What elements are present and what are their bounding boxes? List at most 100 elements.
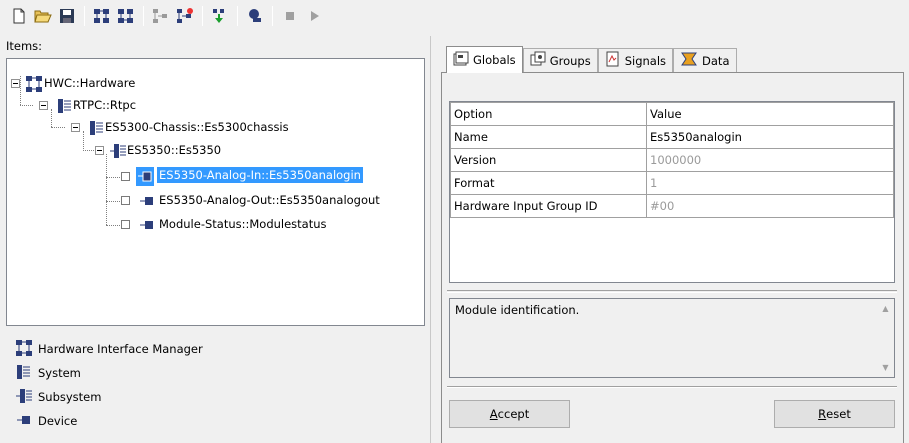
system-icon	[58, 99, 72, 116]
hardware-interface-manager-icon	[26, 76, 42, 95]
value-cell: 1	[646, 171, 894, 195]
tree-node-label: ES5300-Chassis::Es5300chassis	[105, 120, 289, 134]
open-icon[interactable]	[32, 5, 54, 27]
tab-label: Signals	[624, 53, 667, 68]
tree-connector	[20, 76, 21, 105]
toolbar-separator	[143, 6, 144, 26]
divider	[447, 386, 897, 388]
node-checkbox[interactable]	[121, 196, 130, 205]
options-table: Option Value Name Es5350analogin Version…	[450, 102, 894, 218]
new-icon[interactable]	[8, 5, 30, 27]
value-cell: 1000000	[646, 148, 894, 172]
tree-node-label: RTPC::Rtpc	[73, 98, 137, 112]
legend-item-system: System	[16, 361, 203, 385]
toolbar	[0, 0, 909, 32]
accept-mnemonic: A	[489, 407, 498, 421]
description-box: Module identification. ▲ ▼	[449, 298, 895, 378]
accept-button[interactable]: Accept	[449, 400, 570, 428]
table-row[interactable]: Format 1	[450, 171, 894, 195]
tab-groups[interactable]: Groups	[522, 48, 598, 72]
reset-label: eset	[826, 407, 851, 421]
hardware-tree[interactable]: HWC::Hardware RTPC::Rtpc ES5300-Chassis:…	[6, 58, 425, 326]
tree-node-label: ES5350-Analog-Out::Es5350analogout	[159, 193, 380, 207]
system-icon	[90, 121, 104, 138]
options-grid[interactable]: Option Value Name Es5350analogin Version…	[449, 101, 895, 283]
value-cell-editable[interactable]: Es5350analogin	[646, 125, 894, 149]
system-icon	[16, 364, 32, 382]
properties-icon[interactable]	[150, 5, 172, 27]
accept-label: ccept	[497, 407, 530, 421]
items-label: Items:	[6, 39, 43, 53]
subsystem-icon	[110, 144, 126, 161]
collapse-icon[interactable]	[95, 146, 104, 155]
tree-connector	[106, 154, 107, 225]
tree-connector	[51, 109, 52, 127]
value-cell: #00	[646, 194, 894, 218]
scroll-down-icon[interactable]: ▼	[882, 363, 888, 372]
toolbar-separator	[84, 6, 85, 26]
option-cell: Hardware Input Group ID	[450, 194, 647, 218]
legend-label: System	[38, 366, 81, 380]
reset-button[interactable]: Reset	[774, 400, 895, 428]
device-icon	[136, 167, 154, 186]
legend-label: Subsystem	[38, 390, 102, 404]
tab-label: Data	[702, 53, 730, 68]
toolbar-separator	[202, 6, 203, 26]
collapse-icon[interactable]	[71, 123, 80, 132]
tab-globals[interactable]: Globals	[446, 46, 523, 73]
table-row[interactable]: Name Es5350analogin	[450, 125, 894, 149]
add-hardware-icon[interactable]	[91, 5, 113, 27]
legend-item-device: Device	[16, 409, 203, 433]
legend-label: Device	[38, 414, 78, 428]
groups-icon	[530, 51, 546, 70]
table-header-row: Option Value	[450, 102, 894, 126]
tab-signals[interactable]: Signals	[597, 48, 674, 72]
column-header-option: Option	[450, 102, 647, 126]
tree-node-label: Module-Status::Modulestatus	[159, 217, 327, 231]
hardware-interface-manager-icon	[16, 339, 32, 359]
toolbar-separator	[272, 6, 273, 26]
device-icon	[16, 413, 32, 430]
tree-connector	[106, 225, 122, 226]
legend-item-hardware-interface-manager: Hardware Interface Manager	[16, 337, 203, 361]
tab-label: Globals	[473, 53, 516, 67]
tree-connector	[83, 131, 84, 149]
remove-hardware-icon[interactable]	[115, 5, 137, 27]
tree-connector	[106, 201, 122, 202]
tree-connector	[51, 127, 65, 128]
configure-icon[interactable]	[174, 5, 196, 27]
toolbar-separator	[237, 6, 238, 26]
run-icon[interactable]	[303, 5, 325, 27]
tree-node-label: ES5350-Analog-In::Es5350analogin	[157, 167, 363, 183]
option-cell: Format	[450, 171, 647, 195]
download-icon[interactable]	[209, 5, 231, 27]
node-checkbox[interactable]	[121, 220, 130, 229]
globals-icon	[453, 51, 469, 70]
table-row[interactable]: Version 1000000	[450, 148, 894, 172]
table-row[interactable]: Hardware Input Group ID #00	[450, 194, 894, 218]
tree-node-label: ES5350::Es5350	[127, 143, 222, 157]
pane-splitter[interactable]	[430, 36, 434, 443]
connect-icon[interactable]	[244, 5, 266, 27]
tree-node-label: HWC::Hardware	[44, 76, 136, 90]
reset-mnemonic: R	[818, 407, 827, 421]
description-scrollbar[interactable]: ▲ ▼	[877, 299, 894, 377]
legend: Hardware Interface Manager System Subsys…	[16, 337, 203, 433]
legend-item-subsystem: Subsystem	[16, 385, 203, 409]
option-cell: Version	[450, 148, 647, 172]
option-cell: Name	[450, 125, 647, 149]
tab-data[interactable]: Data	[673, 48, 737, 72]
collapse-icon[interactable]	[11, 79, 20, 88]
device-icon	[140, 218, 154, 235]
save-icon[interactable]	[56, 5, 78, 27]
tree-connector	[106, 177, 122, 178]
scroll-up-icon[interactable]: ▲	[882, 304, 888, 313]
node-checkbox[interactable]	[121, 172, 130, 181]
subsystem-icon	[16, 388, 32, 406]
panel-splitter[interactable]	[447, 290, 897, 293]
collapse-icon[interactable]	[39, 101, 48, 110]
stop-icon[interactable]	[279, 5, 301, 27]
legend-label: Hardware Interface Manager	[38, 342, 203, 356]
description-text: Module identification.	[455, 303, 580, 317]
column-header-value: Value	[646, 102, 894, 126]
